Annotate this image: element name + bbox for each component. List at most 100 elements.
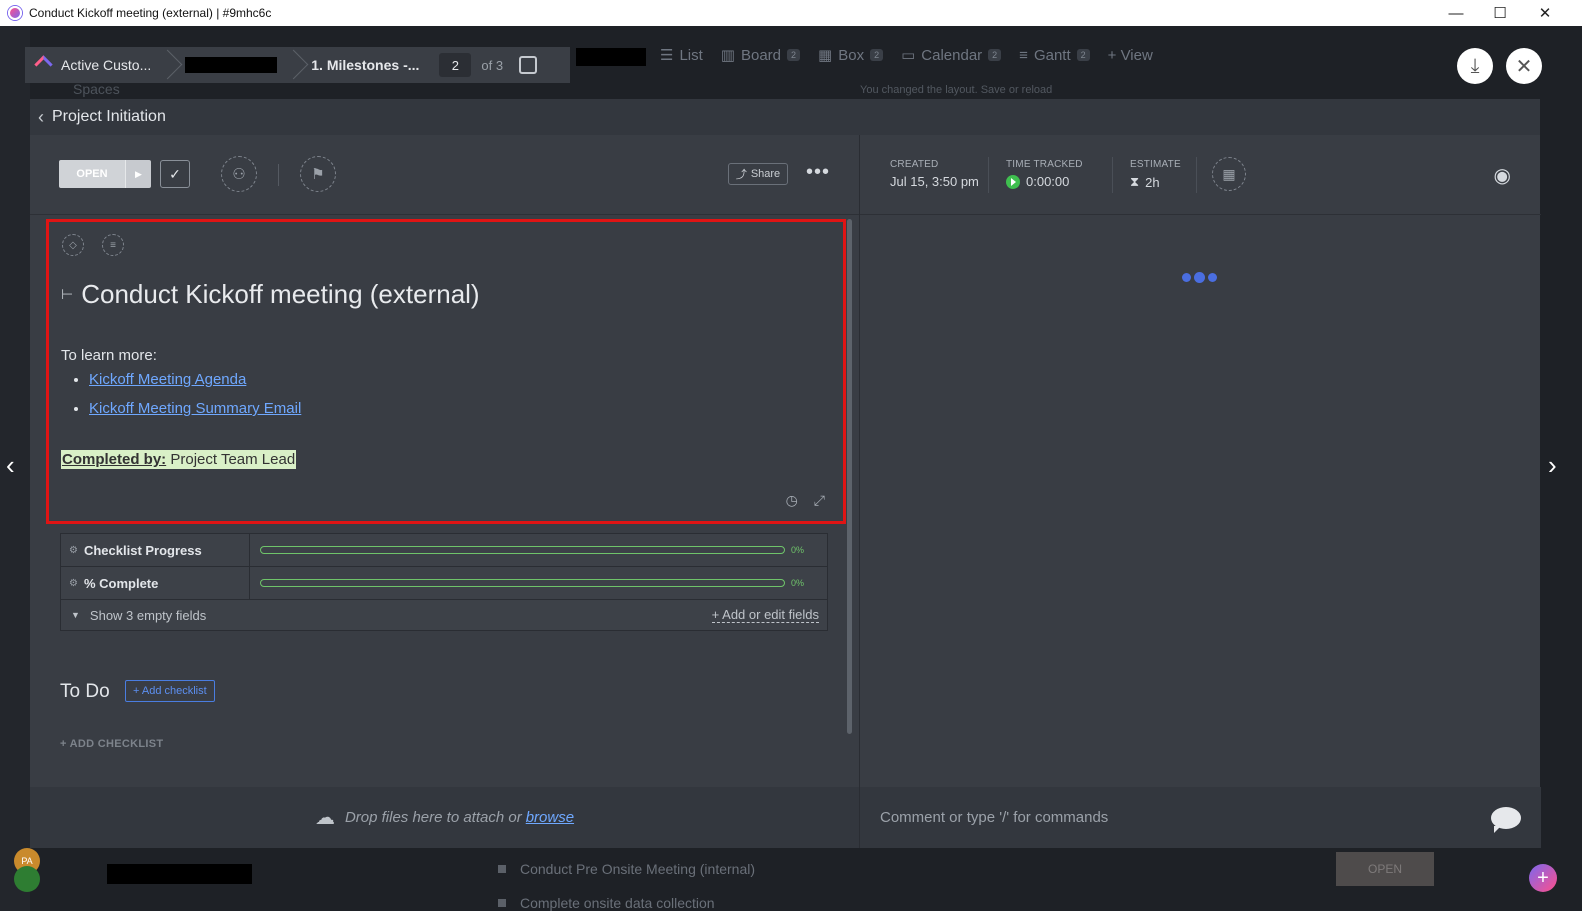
description-intro: To learn more: [61, 347, 157, 364]
clickup-app-icon [8, 6, 22, 20]
progress-bar [260, 546, 785, 554]
clickup-logo-icon [35, 56, 51, 74]
window-title: Conduct Kickoff meeting (external) | #9m… [29, 6, 272, 20]
expand-icon[interactable]: ⤢ [814, 492, 825, 509]
comment-send-icon[interactable] [1491, 806, 1521, 833]
file-drop-zone[interactable]: ☁ Drop files here to attach or browse [30, 787, 859, 848]
automation-icon: ⚙ [69, 577, 78, 589]
list-item: Kickoff Meeting Agenda [89, 368, 301, 397]
chevron-down-icon[interactable]: ▼ [71, 610, 80, 620]
add-view-button[interactable]: + View [1108, 47, 1153, 64]
field-percent-complete: ⚙ % Complete 0% [61, 567, 827, 600]
view-tab-gantt[interactable]: ≡ Gantt 2 [1019, 46, 1090, 64]
play-icon[interactable] [1006, 174, 1020, 189]
back-to-parent[interactable]: ‹ Project Initiation [30, 99, 1540, 135]
close-modal-button[interactable]: ✕ [1506, 48, 1542, 84]
task-modal: ‹ Project Initiation OPEN ▶ ✓ ⚇ ⚑ ⤴ Share… [30, 99, 1541, 848]
layout-notice: You changed the layout. Save or reload [860, 84, 1053, 96]
quick-create-button[interactable]: + [1529, 864, 1557, 892]
progress-percent: 0% [791, 545, 805, 555]
add-checklist-link[interactable]: + ADD CHECKLIST [60, 738, 163, 750]
complete-task-button[interactable]: ✓ [160, 160, 190, 188]
background-task-list: Conduct Pre Onsite Meeting (internal) OPE… [480, 852, 1560, 911]
summary-email-link[interactable]: Kickoff Meeting Summary Email [89, 400, 301, 417]
subtask-icon[interactable]: ≡ [102, 234, 124, 256]
breadcrumb-workspace[interactable]: Active Custo... [51, 47, 161, 83]
box-icon: ▦ [818, 47, 833, 64]
description-actions: ◷ ⤢ [786, 492, 825, 509]
task-page-input[interactable]: 2 [439, 53, 472, 77]
redacted-area [107, 864, 252, 884]
loading-spinner [1182, 272, 1217, 283]
minimize-button[interactable]: — [1433, 0, 1479, 26]
tag-icon[interactable]: ◇ [62, 234, 84, 256]
share-icon: ⤴ [735, 169, 747, 181]
breadcrumb-separator [161, 47, 175, 83]
close-icon: ✕ [1515, 55, 1533, 78]
view-tabs: ☰ List ▥ Board 2 ▦ Box 2 ▭ Calendar 2 ≡ Gantt 2 +… [660, 46, 1153, 65]
task-title[interactable]: ⊢ Conduct Kickoff meeting (external) [61, 279, 480, 310]
comment-input[interactable]: Comment or type '/' for commands [860, 787, 1541, 848]
view-tab-calendar[interactable]: ▭ Calendar 2 [901, 46, 1002, 64]
add-edit-fields-link[interactable]: + Add or edit fields [711, 607, 819, 623]
completed-by-value: Project Team Lead [170, 451, 296, 468]
status-label[interactable]: OPEN [59, 160, 125, 188]
avatar[interactable] [14, 866, 40, 892]
progress-percent: 0% [791, 578, 805, 588]
status-badge[interactable]: OPEN [1336, 852, 1434, 886]
field-label: % Complete [83, 575, 159, 591]
previous-task-arrow[interactable]: ‹ [6, 450, 15, 481]
gantt-icon: ≡ [1019, 46, 1028, 64]
download-icon: ⤓ [1470, 54, 1480, 77]
task-toolbar: OPEN ▶ ✓ ⚇ ⚑ ⤴ Share ••• [30, 135, 859, 215]
maximize-button[interactable]: ☐ [1477, 0, 1523, 26]
view-tab-box[interactable]: ▦ Box 2 [818, 46, 884, 64]
view-tab-board[interactable]: ▥ Board 2 [721, 46, 801, 64]
time-estimate[interactable]: ESTIMATE ⧗ 2h [1130, 159, 1181, 190]
time-tracked[interactable]: TIME TRACKED 0:00:00 [1006, 159, 1083, 189]
show-empty-fields-toggle[interactable]: Show 3 empty fields [90, 608, 206, 623]
status-next-icon[interactable]: ▶ [125, 160, 151, 188]
progress-bar [260, 579, 785, 587]
scrollbar[interactable] [847, 219, 852, 734]
open-in-new-icon[interactable] [519, 56, 538, 74]
comment-placeholder: Comment or type '/' for commands [880, 809, 1109, 826]
assignees-button[interactable]: ⚇ [221, 156, 257, 192]
activity-pane: CREATED Jul 15, 3:50 pm TIME TRACKED 0:0… [859, 135, 1541, 848]
priority-button[interactable]: ⚑ [300, 156, 336, 192]
completed-by-note: Completed by: Project Team Lead [61, 450, 297, 469]
redacted-area [576, 48, 646, 66]
field-label: Checklist Progress [83, 542, 202, 558]
background-sidebar [0, 26, 30, 911]
agenda-link[interactable]: Kickoff Meeting Agenda [89, 371, 246, 388]
description-links: Kickoff Meeting Agenda Kickoff Meeting S… [89, 368, 301, 426]
download-button[interactable]: ⤓ [1457, 48, 1493, 84]
breadcrumb-separator [287, 47, 301, 83]
task-page-total: of 3 [481, 57, 504, 73]
list-item[interactable]: Conduct Pre Onsite Meeting (internal) OPE… [480, 852, 1560, 886]
chevron-left-icon: ‹ [38, 106, 44, 127]
check-icon: ✓ [169, 165, 181, 182]
more-options-button[interactable]: ••• [806, 161, 830, 184]
status-button[interactable]: OPEN ▶ [59, 160, 151, 188]
history-icon[interactable]: ◷ [786, 492, 798, 509]
toolbar-divider [278, 164, 279, 186]
share-button[interactable]: ⤴ Share [728, 163, 788, 185]
upload-cloud-icon: ☁ [314, 807, 335, 829]
next-task-arrow[interactable]: › [1548, 450, 1557, 481]
close-window-button[interactable]: ✕ [1522, 0, 1568, 26]
field-checklist-progress: ⚙ Checklist Progress 0% [61, 534, 827, 567]
add-user-icon: ⚇ [232, 166, 246, 183]
add-checklist-button[interactable]: + Add checklist [125, 680, 215, 702]
breadcrumb: Active Custo... 1. Milestones -... 2 of … [25, 47, 570, 83]
task-description-highlight: ◇ ≡ ⊢ Conduct Kickoff meeting (external)… [46, 219, 846, 524]
breadcrumb-folder[interactable] [175, 47, 287, 83]
view-tab-list[interactable]: ☰ List [660, 46, 703, 65]
watchers-eye-icon[interactable]: ◉ [1494, 163, 1511, 188]
due-date-button[interactable]: ▦ [1212, 157, 1246, 191]
list-item[interactable]: Complete onsite data collection [480, 886, 1560, 911]
calendar-icon: ▦ [1222, 165, 1236, 182]
parent-task-label: Project Initiation [52, 108, 166, 125]
breadcrumb-list[interactable]: 1. Milestones -... [301, 47, 429, 83]
browse-link[interactable]: browse [526, 809, 574, 826]
